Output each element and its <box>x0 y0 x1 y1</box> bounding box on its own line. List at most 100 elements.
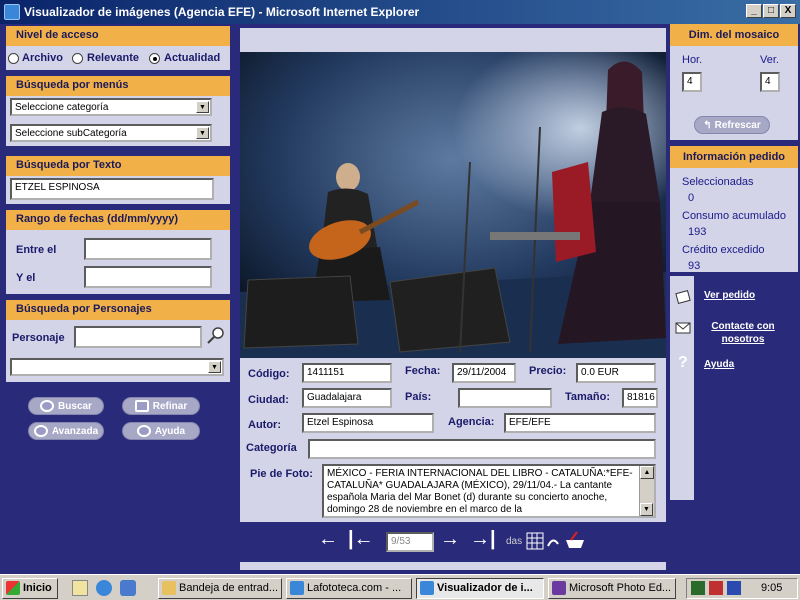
date-from-label: Entre el <box>16 244 57 256</box>
inbox-icon <box>162 581 176 595</box>
city-field[interactable]: Guadalajara <box>302 388 392 408</box>
task-inbox-label: Bandeja de entrad... <box>179 582 279 594</box>
page-input[interactable]: 9/53 <box>386 532 434 552</box>
radio-actualidad[interactable] <box>149 53 160 64</box>
author-label: Autor: <box>248 419 281 431</box>
outlook-quicklaunch-icon[interactable] <box>120 580 136 596</box>
mosaic-heading: Dim. del mosaico <box>670 24 798 46</box>
task-lafototeca[interactable]: Lafototeca.com - ... <box>286 578 412 599</box>
code-label: Código: <box>248 368 290 380</box>
concert-photo[interactable] <box>240 52 666 358</box>
refine-button[interactable]: Refinar <box>122 397 200 415</box>
agency-label: Agencia: <box>448 416 495 428</box>
crosshair-icon <box>33 425 48 438</box>
person-label: Personaje <box>12 332 65 344</box>
credit-label: Crédito excedido <box>682 244 765 256</box>
caption-scrollbar[interactable]: ▲ ▼ <box>639 466 654 516</box>
grid-view-icon[interactable] <box>526 532 544 550</box>
text-search-heading: Búsqueda por Texto <box>6 156 230 176</box>
view-order-link[interactable]: Ver pedido <box>704 290 755 301</box>
country-label: País: <box>405 391 432 403</box>
search-button[interactable]: Buscar <box>28 397 104 415</box>
task-lafototeca-label: Lafototeca.com - ... <box>307 582 402 594</box>
access-level-heading: Nivel de acceso <box>6 26 230 46</box>
mosaic-hor-input[interactable]: 4 <box>682 72 702 92</box>
text-search-input[interactable]: ETZEL ESPINOSA <box>10 178 214 200</box>
agency-field[interactable]: EFE/EFE <box>504 413 656 433</box>
date-range-section: Entre el Y el <box>6 230 230 294</box>
system-tray: 9:05 <box>686 578 798 599</box>
subcategory-select[interactable]: Seleccione subCategoría ▼ <box>10 124 212 142</box>
taskbar: Inicio Bandeja de entrad... Lafototeca.c… <box>0 574 800 600</box>
date-label: Fecha: <box>405 365 441 377</box>
advanced-search-button[interactable]: Avanzada <box>28 422 104 440</box>
author-field[interactable]: Etzel Espinosa <box>302 413 434 433</box>
date-to-label: Y el <box>16 272 36 284</box>
first-page-icon[interactable]: |← <box>348 528 374 551</box>
mosaic-section: Hor. Ver. 4 4 ↰ Refrescar <box>670 46 798 140</box>
windows-logo-icon <box>6 581 20 595</box>
date-from-input[interactable] <box>84 238 212 260</box>
scroll-up-icon[interactable]: ▲ <box>640 466 654 479</box>
chevron-down-icon: ▼ <box>196 101 209 113</box>
magnifier-icon[interactable] <box>206 326 226 346</box>
documents-icon[interactable] <box>675 290 691 304</box>
access-level-section: Archivo Relevante Actualidad <box>6 46 230 70</box>
help-button[interactable]: Ayuda <box>122 422 200 440</box>
task-photo-editor-label: Microsoft Photo Ed... <box>569 582 672 594</box>
person-input[interactable] <box>74 326 202 348</box>
previous-arrow-icon[interactable]: ← <box>318 528 338 551</box>
ie-icon <box>420 581 434 595</box>
category-select[interactable]: Seleccione categoría ▼ <box>10 98 212 116</box>
task-photo-editor[interactable]: Microsoft Photo Ed... <box>548 578 676 599</box>
code-field[interactable]: 1411151 <box>302 363 392 383</box>
city-label: Ciudad: <box>248 394 289 406</box>
envelope-icon[interactable] <box>675 322 691 334</box>
search-button-label: Buscar <box>58 401 92 412</box>
next-arrow-icon[interactable]: → <box>440 528 460 551</box>
maximize-button[interactable]: □ <box>763 4 779 18</box>
pager-bar: ← |← 9/53 → →| das <box>240 522 666 562</box>
task-inbox[interactable]: Bandeja de entrad... <box>158 578 282 599</box>
category-field[interactable] <box>308 439 656 459</box>
contact-link[interactable]: Contacte con nosotros <box>702 320 784 346</box>
size-field[interactable]: 81816 <box>622 388 658 408</box>
task-visualizador[interactable]: Visualizador de i... <box>416 578 544 599</box>
mosaic-ver-input[interactable]: 4 <box>760 72 780 92</box>
person-select[interactable]: ▼ <box>10 358 224 376</box>
tray-antivirus-icon[interactable] <box>691 581 705 595</box>
radio-relevante[interactable] <box>72 53 83 64</box>
caption-textarea[interactable]: MÉXICO - FERIA INTERNACIONAL DEL LIBRO -… <box>322 464 656 518</box>
help-button-label: Ayuda <box>154 426 186 437</box>
advanced-search-button-label: Avanzada <box>51 426 99 437</box>
basket-icon[interactable] <box>564 530 586 550</box>
ie-quicklaunch-icon[interactable] <box>96 580 112 596</box>
minimize-button[interactable]: _ <box>746 4 762 18</box>
order-info-heading: Información pedido <box>670 146 798 168</box>
radio-archivo[interactable] <box>8 53 19 64</box>
last-page-icon[interactable]: →| <box>470 528 496 551</box>
price-field[interactable]: 0.0 EUR <box>576 363 656 383</box>
close-button[interactable]: X <box>780 4 796 18</box>
tray-shield-icon[interactable] <box>727 581 741 595</box>
question-icon[interactable]: ? <box>678 354 688 372</box>
tray-update-icon[interactable] <box>709 581 723 595</box>
refresh-button[interactable]: ↰ Refrescar <box>694 116 770 134</box>
image-viewer: Código: 1411151 Fecha: 29/11/2004 Precio… <box>240 28 666 570</box>
country-field[interactable] <box>458 388 552 408</box>
help-link[interactable]: Ayuda <box>704 359 734 370</box>
people-search-section: Personaje ▼ <box>6 320 230 382</box>
window-title: Visualizador de imágenes (Agencia EFE) -… <box>24 5 420 19</box>
ie-icon <box>290 581 304 595</box>
undo-icon[interactable] <box>545 534 561 550</box>
lightbulb-icon <box>136 425 151 438</box>
desktop-icon[interactable] <box>72 580 88 596</box>
date-field[interactable]: 29/11/2004 <box>452 363 516 383</box>
clock: 9:05 <box>761 582 783 594</box>
subcategory-select-value: Seleccione subCategoría <box>15 128 127 139</box>
start-button[interactable]: Inicio <box>2 578 58 599</box>
scroll-down-icon[interactable]: ▼ <box>640 503 653 516</box>
start-label: Inicio <box>23 582 52 594</box>
category-label: Categoría <box>246 442 297 454</box>
date-to-input[interactable] <box>84 266 212 288</box>
